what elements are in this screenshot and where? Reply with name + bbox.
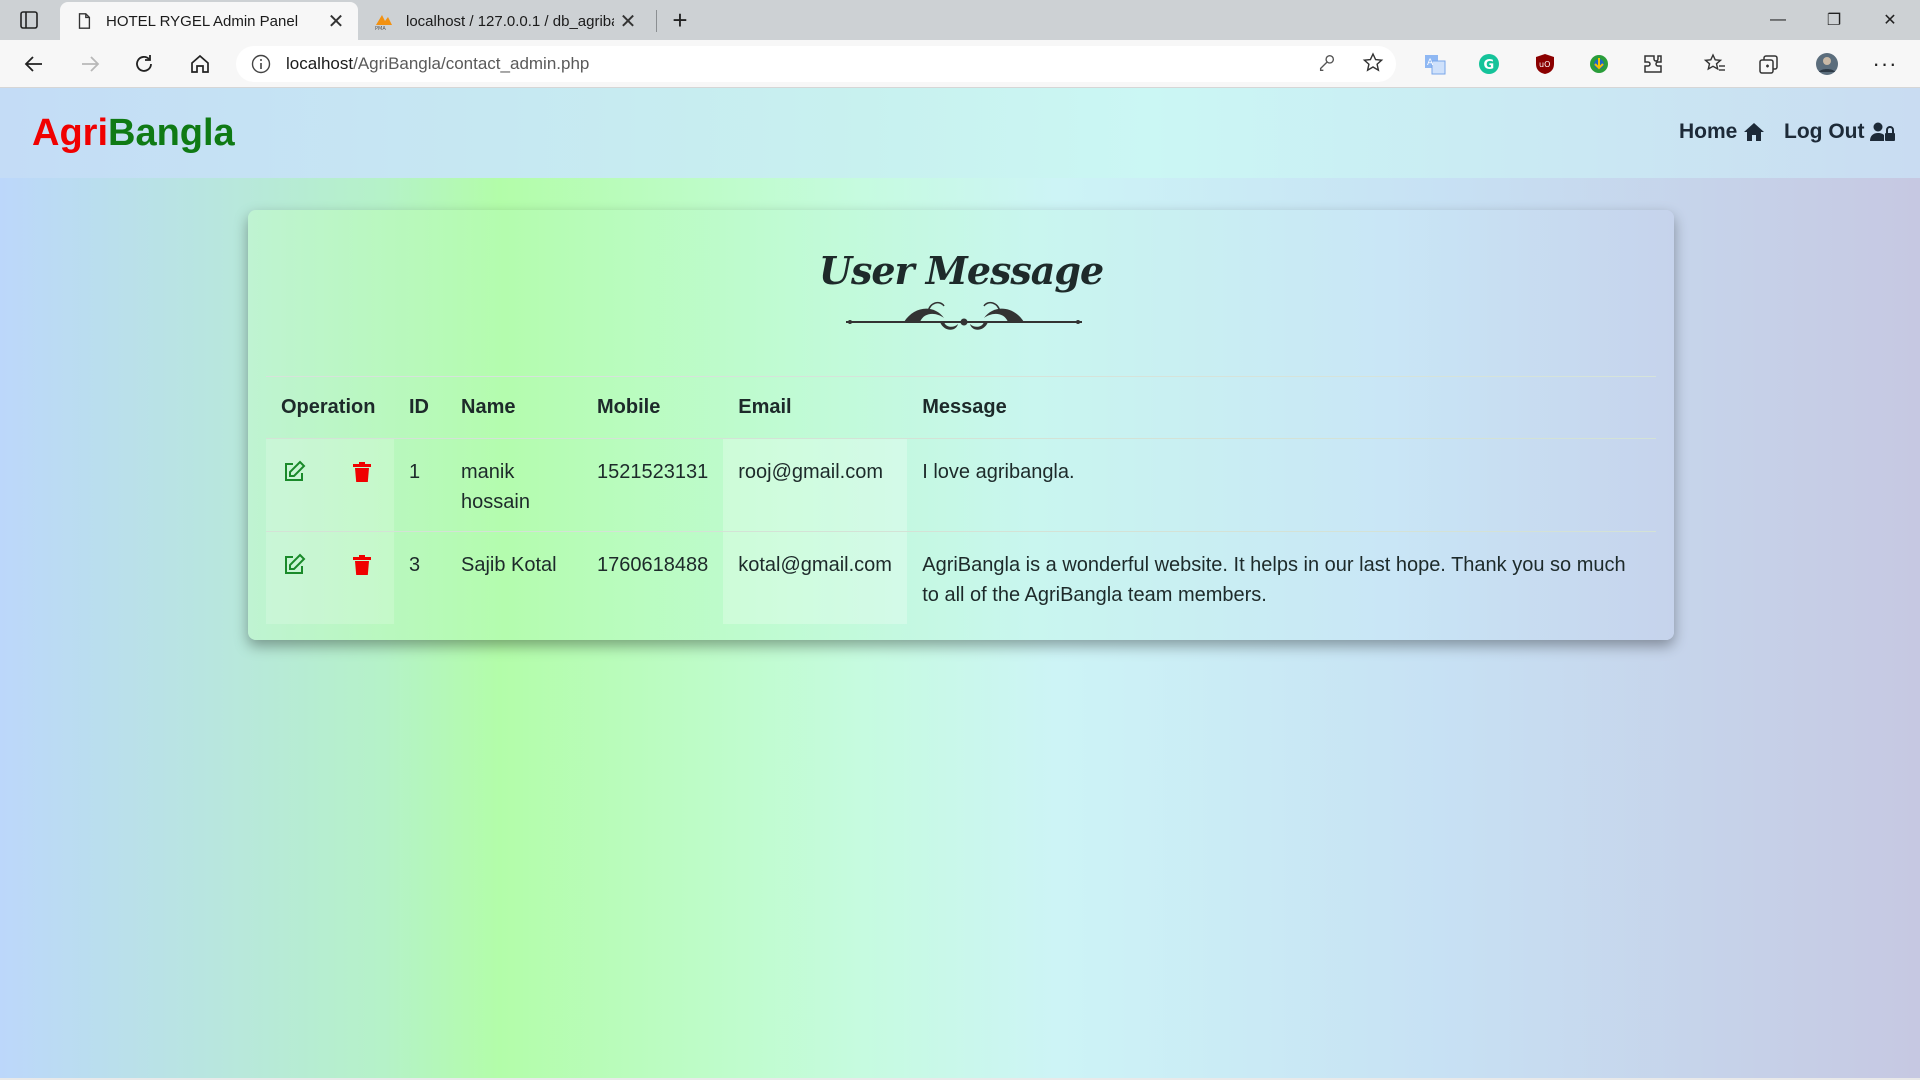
svg-text:G: G (1484, 58, 1495, 73)
edit-icon[interactable] (281, 552, 307, 578)
table-header-row: Operation ID Name Mobile Email Message (266, 378, 1656, 439)
svg-text:PMA: PMA (375, 26, 386, 31)
page-icon (74, 11, 94, 31)
address-bar[interactable]: localhost/AgriBangla/contact_admin.php (236, 46, 1396, 82)
table-row: 1 manik hossain 1521523131 rooj@gmail.co… (266, 438, 1656, 532)
column-header: ID (394, 378, 446, 439)
collections-icon[interactable] (1754, 49, 1784, 79)
column-header: Message (907, 378, 1656, 439)
back-icon[interactable] (18, 48, 50, 80)
svg-text:A: A (1427, 58, 1434, 68)
messages-table: Operation ID Name Mobile Email Message 1… (266, 378, 1656, 624)
favorites-icon[interactable] (1700, 49, 1730, 79)
delete-icon[interactable] (349, 459, 375, 485)
phpmyadmin-icon: PMA (374, 11, 394, 31)
close-icon[interactable]: ✕ (614, 7, 642, 35)
ornament-divider-icon (846, 301, 1082, 330)
brand-part-bangla: Bangla (108, 112, 235, 154)
nav-logout-link[interactable]: Log Out (1784, 120, 1896, 144)
home-browser-icon[interactable] (184, 48, 216, 80)
tab-admin-panel[interactable]: HOTEL RYGEL Admin Panel ✕ (60, 2, 358, 40)
id-cell: 3 (409, 553, 421, 576)
translate-icon[interactable]: A (1420, 49, 1450, 79)
tab-actions-icon[interactable] (18, 9, 42, 31)
message-cell: I love agribangla. (907, 438, 1656, 532)
nav-home-link[interactable]: Home (1679, 120, 1765, 144)
profile-avatar[interactable] (1812, 49, 1842, 79)
ublock-icon[interactable]: uO (1530, 49, 1560, 79)
refresh-icon[interactable] (128, 48, 160, 80)
table-row: 3 Sajib Kotal 1760618488 kotal@gmail.com… (266, 531, 1656, 624)
user-lock-icon (1870, 122, 1896, 141)
forward-icon[interactable] (74, 48, 106, 80)
nav-logout-label: Log Out (1784, 120, 1865, 143)
page-title: User Message (818, 248, 1104, 293)
operation-cell (266, 531, 394, 624)
title-divider (266, 376, 1656, 377)
download-manager-icon[interactable] (1584, 49, 1614, 79)
messages-card: User Message Operation ID Name Mobile Em… (248, 210, 1674, 640)
delete-icon[interactable] (349, 552, 375, 578)
browser-toolbar: localhost/AgriBangla/contact_admin.php A… (0, 40, 1920, 88)
edit-icon[interactable] (281, 459, 307, 485)
url-text[interactable]: localhost/AgriBangla/contact_admin.php (286, 54, 1396, 74)
more-options-icon[interactable]: ··· (1870, 49, 1900, 79)
tab-title: localhost / 127.0.0.1 / db_agribangla (406, 12, 614, 30)
info-icon[interactable] (250, 53, 272, 75)
email-cell: rooj@gmail.com (723, 438, 908, 532)
restore-icon[interactable]: ❐ (1806, 0, 1862, 40)
window-close-icon[interactable]: ✕ (1862, 0, 1918, 40)
mobile-cell: 1521523131 (582, 438, 724, 532)
id-cell: 1 (394, 438, 446, 532)
column-header: Name (446, 378, 582, 439)
message-cell: AgriBangla is a wonderful website. It he… (922, 553, 1626, 606)
name-cell: Sajib Kotal (461, 553, 557, 576)
site-logo[interactable]: AgriBangla (32, 112, 235, 155)
mobile-cell: 1760618488 (597, 553, 709, 576)
close-icon[interactable]: ✕ (322, 7, 350, 35)
nav-home-label: Home (1679, 120, 1738, 143)
column-header: Mobile (582, 378, 724, 439)
brand-part-agri: Agri (32, 112, 108, 154)
url-host: localhost (286, 54, 354, 73)
svg-text:uO: uO (1539, 60, 1550, 69)
key-icon[interactable] (1312, 48, 1342, 78)
tab-title: HOTEL RYGEL Admin Panel (106, 12, 299, 30)
grammarly-icon[interactable]: G (1474, 49, 1504, 79)
new-tab-button[interactable]: + (666, 5, 694, 35)
column-header: Operation (266, 378, 394, 439)
email-cell: kotal@gmail.com (723, 531, 908, 624)
site-navbar: AgriBangla Home Log Out (0, 88, 1920, 178)
column-header: Email (723, 378, 908, 439)
browser-tab-bar: HOTEL RYGEL Admin Panel ✕ PMA localhost … (0, 0, 1920, 40)
tab-phpmyadmin[interactable]: PMA localhost / 127.0.0.1 / db_agribangl… (360, 2, 650, 40)
page-content: AgriBangla Home Log Out User Message Ope… (0, 88, 1920, 1078)
add-favorite-icon[interactable] (1358, 48, 1388, 78)
name-cell: manik hossain (446, 438, 582, 532)
minimize-icon[interactable]: — (1750, 0, 1806, 40)
url-path: /AgriBangla/contact_admin.php (353, 54, 590, 73)
tab-divider (656, 10, 657, 32)
operation-cell (266, 438, 394, 532)
extensions-icon[interactable] (1638, 49, 1668, 79)
home-icon (1744, 123, 1765, 141)
